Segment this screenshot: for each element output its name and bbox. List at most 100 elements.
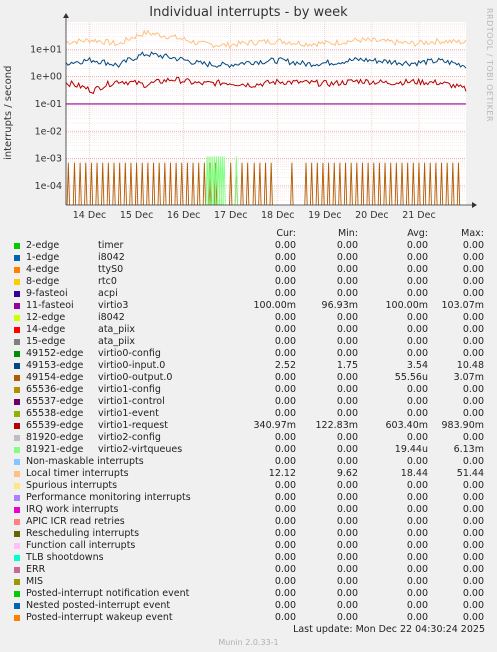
legend-max: 0.00: [462, 384, 484, 395]
legend-cur: 340.97m: [253, 420, 297, 431]
legend-sublabel: virtio2-virtqueues: [98, 444, 183, 455]
legend-swatch: [14, 399, 20, 405]
legend-swatch: [14, 387, 20, 393]
legend-min: 0.00: [336, 540, 358, 551]
legend-label: 81920-edge: [26, 432, 84, 443]
legend-cur: 0.00: [274, 276, 296, 287]
legend-row: 1-edge i8042 0.00 0.00 0.00 0.00: [12, 252, 492, 264]
legend-max: 0.00: [462, 516, 484, 527]
legend-cur: 0.00: [274, 528, 296, 539]
legend-min: 0.00: [336, 348, 358, 359]
legend-cur: 0.00: [274, 492, 296, 503]
legend-label: 15-edge: [26, 336, 66, 347]
legend-sublabel: ata_piix: [98, 336, 136, 347]
legend-min: 0.00: [336, 276, 358, 287]
legend-row: 65536-edge virtio1-config 0.00 0.00 0.00 0.00: [12, 384, 492, 396]
legend-min: 0.00: [336, 600, 358, 611]
legend-row: 2-edge timer 0.00 0.00 0.00 0.00: [12, 240, 492, 252]
legend-label: 65538-edge: [26, 408, 84, 419]
legend-row: Performance monitoring interrupts 0.00 0.0…: [12, 492, 492, 504]
legend-max: 0.00: [462, 396, 484, 407]
legend-swatch: [14, 591, 20, 597]
legend-swatch: [14, 483, 20, 489]
legend-cur: 0.00: [274, 312, 296, 323]
legend-swatch: [14, 279, 20, 285]
y-axis-arrow: [63, 13, 69, 18]
legend-min: 0.00: [336, 444, 358, 455]
legend-swatch: [14, 423, 20, 429]
legend-row: 81920-edge virtio2-config 0.00 0.00 0.00 0.00: [12, 432, 492, 444]
legend-row: Spurious interrupts 0.00 0.00 0.00 0.00: [12, 480, 492, 492]
legend-min: 0.00: [336, 456, 358, 467]
legend-swatch: [14, 459, 20, 465]
legend-label: MIS: [26, 576, 44, 587]
legend-label: 4-edge: [26, 264, 60, 275]
legend-swatch: [14, 327, 20, 333]
legend-sublabel: virtio1-control: [98, 396, 165, 407]
legend-swatch: [14, 471, 20, 477]
legend-min: 0.00: [336, 516, 358, 527]
legend-min: 0.00: [336, 384, 358, 395]
legend-sublabel: virtio0-output.0: [98, 372, 173, 383]
legend-cur: 0.00: [274, 288, 296, 299]
legend-cur: 0.00: [274, 504, 296, 515]
legend-row: 49154-edge virtio0-output.0 0.00 0.00 55.56u…: [12, 372, 492, 384]
legend-min: 0.00: [336, 396, 358, 407]
legend-swatch: [14, 375, 20, 381]
legend-swatch: [14, 603, 20, 609]
legend-row: 8-edge rtc0 0.00 0.00 0.00 0.00: [12, 276, 492, 288]
legend-label: 49154-edge: [26, 372, 84, 383]
legend-cur: 100.00m: [253, 300, 297, 311]
legend-sublabel: virtio3: [98, 300, 129, 311]
legend-max: 0.00: [462, 348, 484, 359]
legend-row: 12-edge i8042 0.00 0.00 0.00 0.00: [12, 312, 492, 324]
legend-max: 0.00: [462, 264, 484, 275]
x-tick-label: 16 Dec: [167, 210, 201, 221]
legend-cur: 0.00: [274, 372, 296, 383]
legend-cur: 0.00: [274, 348, 296, 359]
legend-swatch: [14, 363, 20, 369]
legend-max: 983.90m: [441, 420, 485, 431]
legend-min: 1.75: [336, 360, 358, 371]
legend-max: 0.00: [462, 324, 484, 335]
legend-sublabel: virtio1-event: [98, 408, 159, 419]
legend-cur: 0.00: [274, 540, 296, 551]
legend-sublabel: virtio1-request: [98, 420, 168, 431]
x-tick-label: 18 Dec: [261, 210, 295, 221]
legend-swatch: [14, 267, 20, 273]
legend-cur: 0.00: [274, 240, 296, 251]
legend-sublabel: rtc0: [98, 276, 117, 287]
legend-swatch: [14, 339, 20, 345]
header-cur: Cur:: [276, 228, 296, 239]
legend-min: 0.00: [336, 252, 358, 263]
legend-max: 0.00: [462, 528, 484, 539]
legend-label: 49152-edge: [26, 348, 84, 359]
legend-label: Local timer interrupts: [26, 468, 129, 479]
legend-max: 0.00: [462, 600, 484, 611]
legend-cur: 0.00: [274, 252, 296, 263]
legend-row: TLB shootdowns 0.00 0.00 0.00 0.00: [12, 552, 492, 564]
legend-sublabel: acpi: [98, 288, 118, 299]
legend-swatch: [14, 543, 20, 549]
legend-row: 11-fasteoi virtio3 100.00m 96.93m 100.00m 103…: [12, 300, 492, 312]
legend-sublabel: virtio0-input.0: [98, 360, 166, 371]
legend-cur: 0.00: [274, 264, 296, 275]
legend-cur: 0.00: [274, 480, 296, 491]
legend-label: 65537-edge: [26, 396, 84, 407]
legend-min: 96.93m: [321, 300, 358, 311]
legend-cur: 0.00: [274, 324, 296, 335]
x-tick-label: 15 Dec: [120, 210, 154, 221]
legend-min: 122.83m: [315, 420, 359, 431]
legend-max: 0.00: [462, 408, 484, 419]
legend-row: MIS 0.00 0.00 0.00 0.00: [12, 576, 492, 588]
legend-label: 49153-edge: [26, 360, 84, 371]
legend-swatch: [14, 255, 20, 261]
legend-label: Spurious interrupts: [26, 480, 118, 491]
legend-swatch: [14, 579, 20, 585]
legend-swatch: [14, 447, 20, 453]
legend-row: APIC ICR read retries 0.00 0.00 0.00 0.00: [12, 516, 492, 528]
x-axis-arrow: [472, 202, 477, 208]
legend-cur: 0.00: [274, 552, 296, 563]
legend-max: 0.00: [462, 576, 484, 587]
legend-row: Function call interrupts 0.00 0.00 0.00 0.00: [12, 540, 492, 552]
